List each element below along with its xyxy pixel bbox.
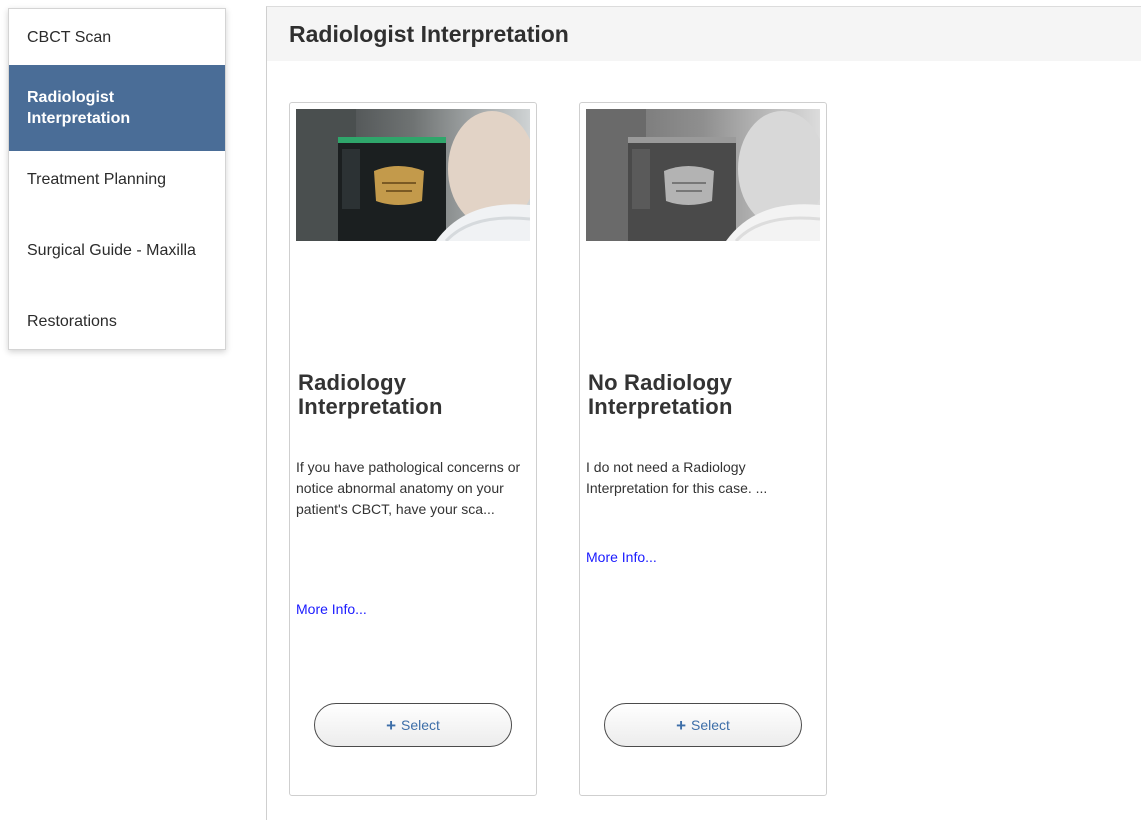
page: CBCT Scan Radiologist Interpretation Tre… (0, 0, 1141, 820)
main-panel: Radiologist Interpretation Radiology Int… (266, 6, 1141, 820)
sidebar-item-label: CBCT Scan (27, 28, 112, 46)
sidebar-item-cbct-scan[interactable]: CBCT Scan (9, 9, 225, 65)
card-description: I do not need a Radiology Interpretation… (586, 459, 768, 496)
radiologist-monitor-image (296, 109, 530, 241)
sidebar-item-surgical-guide-maxilla[interactable]: Surgical Guide - Maxilla (9, 207, 225, 293)
plus-icon: + (676, 715, 686, 735)
option-card-no-radiology-interpretation: No Radiology Interpretation I do not nee… (579, 102, 827, 796)
more-info-link[interactable]: More Info... (586, 549, 657, 565)
sidebar-item-restorations[interactable]: Restorations (9, 293, 225, 349)
more-info-link[interactable]: More Info... (296, 601, 367, 617)
sidebar-item-label: Treatment Planning (27, 170, 167, 188)
sidebar-item-treatment-planning[interactable]: Treatment Planning (9, 151, 225, 207)
plus-icon: + (386, 715, 396, 735)
sidebar-nav: CBCT Scan Radiologist Interpretation Tre… (8, 8, 226, 350)
sidebar-item-label: Restorations (27, 312, 117, 330)
sidebar-item-label: Surgical Guide - Maxilla (27, 241, 196, 259)
card-description: If you have pathological concerns or not… (296, 459, 521, 517)
page-title: Radiologist Interpretation (289, 20, 569, 47)
select-button-label: Select (691, 717, 730, 733)
select-button[interactable]: + Select (604, 703, 802, 747)
sidebar-item-label: Radiologist Interpretation (27, 89, 131, 127)
card-image (586, 109, 820, 241)
option-card-radiology-interpretation: Radiology Interpretation If you have pat… (289, 102, 537, 796)
radiologist-monitor-image-grayscale (586, 109, 820, 241)
card-title: Radiology Interpretation (298, 370, 443, 419)
select-button-label: Select (401, 717, 440, 733)
card-image (296, 109, 530, 241)
select-button[interactable]: + Select (314, 703, 512, 747)
sidebar-item-radiologist-interpretation[interactable]: Radiologist Interpretation (9, 65, 225, 151)
card-title: No Radiology Interpretation (588, 370, 733, 419)
panel-header: Radiologist Interpretation (267, 7, 1141, 61)
